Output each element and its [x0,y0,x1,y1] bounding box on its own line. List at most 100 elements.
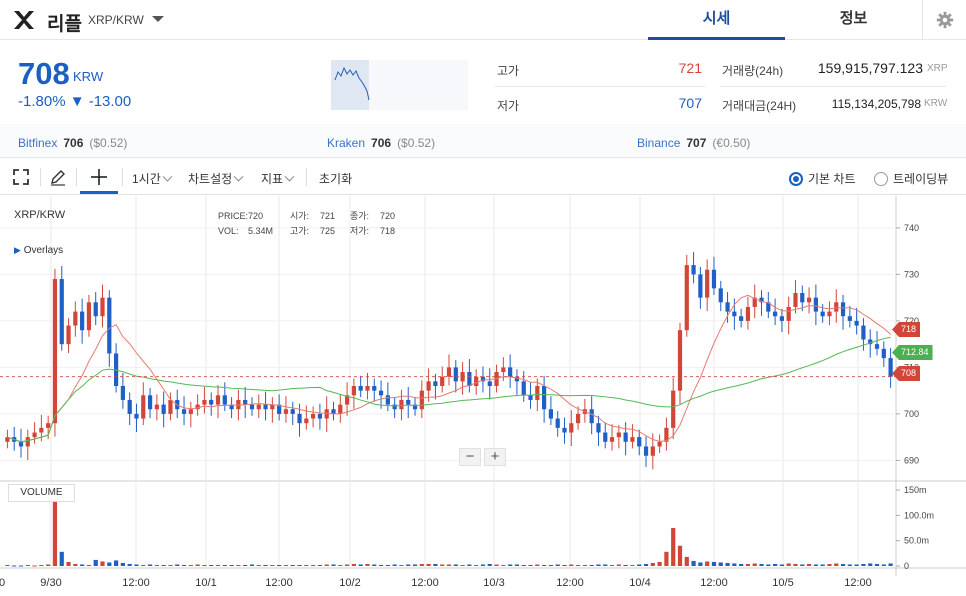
ohlc-close-value: 720 [380,211,396,221]
gear-icon [936,11,954,29]
coin-select-caret-icon[interactable] [150,11,166,27]
volume-bar [868,563,873,566]
indicators-dropdown[interactable]: 지표 [261,170,295,187]
candle-body [419,390,424,410]
candle-body [535,386,540,400]
volume-bar [637,564,642,566]
candle-body [732,311,737,317]
price-chart[interactable]: 0 9/30 12:00 10/1 12:00 10/2 12:00 10/3 12:00 10/… [0,196,966,596]
candle-body [399,399,404,410]
pencil-icon[interactable] [48,167,68,187]
volume-bar [501,564,506,566]
candle-body [806,297,812,303]
zoom-in-button[interactable]: + [484,448,506,466]
candle-body [725,302,730,312]
volume-bar [378,564,384,566]
volume-bar [120,562,125,566]
ohlc-low-label: 저가: [350,226,370,236]
volume-bar [521,564,526,566]
candle-body [168,399,173,414]
volume-bar [358,564,363,566]
radio-tradingview[interactable]: 트레이딩뷰 [874,170,948,187]
volume-bar [290,564,295,566]
candle-body [304,418,309,424]
crosshair-icon[interactable] [89,167,109,187]
candle-body [800,293,805,303]
volume-bar [759,563,764,566]
candle-body [813,297,818,312]
settings-button[interactable] [922,0,966,40]
amount-unit: KRW [924,98,948,109]
overlays-label: Overlays [23,245,64,256]
volume-bar [575,564,581,566]
volume-bar [331,564,336,566]
volume-bar [698,562,703,566]
candle-body [331,409,336,414]
volume-bar [467,564,472,566]
volume-bar [338,564,343,566]
volume-bar [480,564,486,566]
volume-bar [107,562,112,566]
chart-symbol: XRP/KRW [14,209,66,221]
volume-bar [406,564,411,566]
volume-bar [93,559,98,566]
volume-bar [236,564,241,566]
candle-body [657,441,662,447]
exchange-kraken[interactable]: Kraken 706 ($0.52) [327,136,435,150]
volume-bar [80,564,85,566]
exchange-binance[interactable]: Binance 707 (€0.50) [637,136,750,150]
volume-bar [664,551,669,566]
volume-bar [147,564,153,566]
volume-bar [548,564,554,566]
volume-bar [311,564,316,566]
candle-body [779,316,785,321]
volume-bar [800,564,805,566]
coin-name[interactable]: 리플 [47,9,82,36]
volume-bar [494,564,499,566]
tab-market[interactable]: 시세 [648,0,785,40]
fullscreen-icon[interactable] [11,167,31,187]
candle-body [616,432,621,438]
exchange-bitfinex[interactable]: Bitfinex 706 ($0.52) [18,136,127,150]
tab-info[interactable]: 정보 [785,0,922,40]
radio-tradingview-label: 트레이딩뷰 [893,172,949,186]
volume-bar [25,564,30,566]
x-tick-label: 12:00 [700,577,728,589]
volume-bar [392,564,397,566]
candle-body [718,288,723,303]
reset-button[interactable]: 초기화 [319,170,352,187]
coin-pair[interactable]: XRP/KRW [88,13,144,27]
exchange-name: Binance [637,136,681,150]
candle-body [256,404,261,410]
exchange-foreign-price: (€0.50) [712,136,751,150]
volume-bar [86,564,92,566]
amount-label: 거래대금(24H) [722,99,797,113]
candle-body [18,441,24,447]
volume-bar [181,564,187,566]
candle-body [542,386,547,410]
volume-bar [365,563,370,566]
volume-value: 159,915,797.123 [817,60,923,76]
ma-long-line [7,336,891,443]
exchange-name: Kraken [327,136,366,150]
overlays-toggle[interactable]: ▶ Overlays [14,245,63,256]
volume-bar [141,564,146,566]
ohlc-high-value: 725 [320,226,336,236]
volume-bar [188,564,193,566]
candle-body [365,386,370,391]
volume-label: 거래량(24h) [722,64,784,78]
zoom-out-button[interactable]: − [459,448,481,466]
x-tick-label: 9/30 [40,577,61,589]
volume-bar [793,563,798,566]
chart-settings-dropdown[interactable]: 차트설정 [188,170,244,187]
candle-body [446,367,452,377]
candle-body [93,302,98,317]
interval-dropdown[interactable]: 1시간 [132,170,173,187]
candle-body [385,395,390,405]
radio-basic-chart[interactable]: 기본 차트 [789,170,856,187]
exchange-price: 707 [686,136,707,150]
x-tick-label: 12:00 [556,577,584,589]
candle-body [120,386,125,400]
ohlc-vol-label: VOL: [218,226,239,236]
volume-bar [684,556,689,566]
